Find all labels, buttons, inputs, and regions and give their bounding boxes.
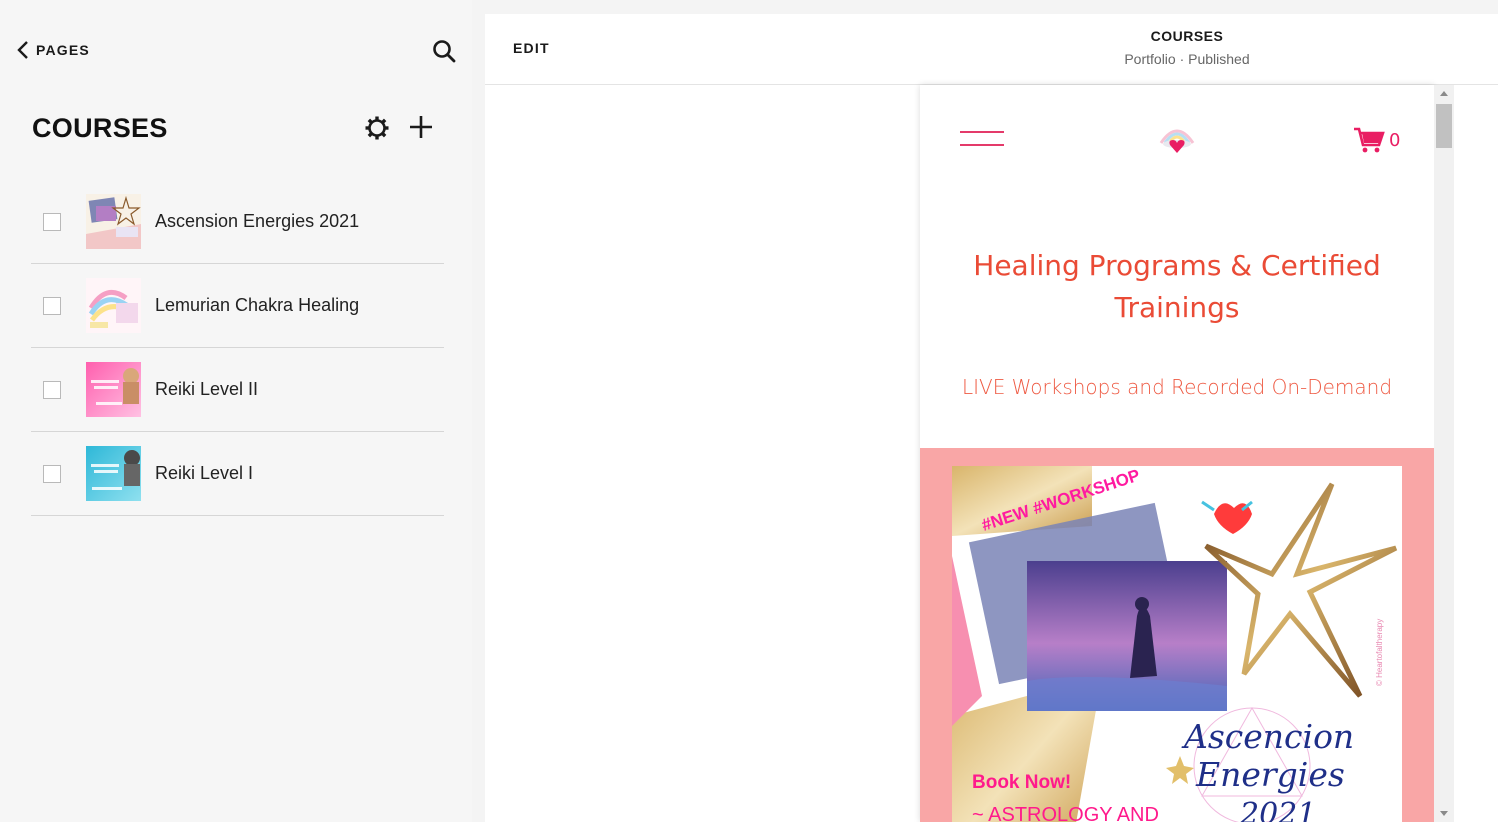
search-button[interactable] <box>430 37 458 65</box>
promo-line: ~ ASTROLOGY AND <box>972 804 1159 822</box>
chevron-left-icon <box>17 41 28 59</box>
scroll-up-arrow[interactable] <box>1440 91 1448 96</box>
promo-script-2: Energies <box>1195 755 1345 794</box>
select-checkbox[interactable] <box>43 296 61 315</box>
preview-scrollbar[interactable] <box>1434 85 1454 822</box>
item-thumbnail <box>86 194 141 249</box>
scroll-down-arrow[interactable] <box>1440 811 1448 816</box>
promo-image[interactable]: #NEW #WORKSHOP © Heartofaltherapy Ascenc… <box>952 466 1402 822</box>
item-title: Reiki Level I <box>155 463 254 483</box>
search-icon <box>433 40 456 63</box>
plus-icon <box>410 116 432 138</box>
promo-section: #NEW #WORKSHOP © Heartofaltherapy Ascenc… <box>920 448 1434 822</box>
item-thumbnail <box>86 362 141 417</box>
item-title: Lemurian Chakra Healing <box>155 295 360 315</box>
item-title: Reiki Level II <box>155 379 259 399</box>
page-name: COURSES <box>1150 28 1224 44</box>
promo-cta: Book Now! <box>972 772 1071 793</box>
page-status: Portfolio · Published <box>1124 51 1250 67</box>
pages-sidebar: PAGES COURSES Ascension Energies 2021 Le… <box>0 0 472 822</box>
hero-subtitle: LIVE Workshops and Recorded On-Demand <box>961 375 1393 399</box>
editor-topbar: EDIT COURSES Portfolio · Published <box>485 14 1498 85</box>
menu-icon[interactable] <box>960 131 1004 147</box>
item-title: Ascension Energies 2021 <box>155 211 360 231</box>
cart-icon <box>1354 127 1385 153</box>
list-item[interactable]: Reiki Level I <box>31 432 444 516</box>
add-item-button[interactable] <box>407 113 435 141</box>
select-checkbox[interactable] <box>43 464 61 483</box>
collection-settings-button[interactable] <box>363 114 391 142</box>
rainbow-heart-logo <box>1159 129 1195 153</box>
collection-title: COURSES <box>32 113 168 143</box>
list-item[interactable]: Lemurian Chakra Healing <box>31 264 444 348</box>
site-preview[interactable]: 0 Healing Programs & Certified Trainings… <box>920 85 1434 822</box>
gear-icon <box>365 116 389 140</box>
promo-script-1: Ascencion <box>1181 717 1354 756</box>
promo-credit: © Heartofaltherapy <box>1375 619 1384 686</box>
promo-script-3: 2021 <box>1239 797 1316 822</box>
hero-title: Healing Programs & Certified Trainings <box>973 249 1381 324</box>
back-label: PAGES <box>36 42 90 58</box>
course-list: Ascension Energies 2021 Lemurian Chakra … <box>31 180 444 516</box>
list-item[interactable]: Ascension Energies 2021 <box>31 180 444 264</box>
item-thumbnail <box>86 278 141 333</box>
select-checkbox[interactable] <box>43 212 61 231</box>
cart-button[interactable]: 0 <box>1353 125 1400 155</box>
page-editor: EDIT COURSES Portfolio · Published 0 Hea… <box>485 14 1498 822</box>
back-to-pages-link[interactable]: PAGES <box>16 38 90 62</box>
edit-button[interactable]: EDIT <box>513 40 550 56</box>
select-checkbox[interactable] <box>43 380 61 399</box>
list-item[interactable]: Reiki Level II <box>31 348 444 432</box>
cart-count: 0 <box>1389 129 1401 151</box>
item-thumbnail <box>86 446 141 501</box>
scroll-thumb[interactable] <box>1436 104 1452 148</box>
